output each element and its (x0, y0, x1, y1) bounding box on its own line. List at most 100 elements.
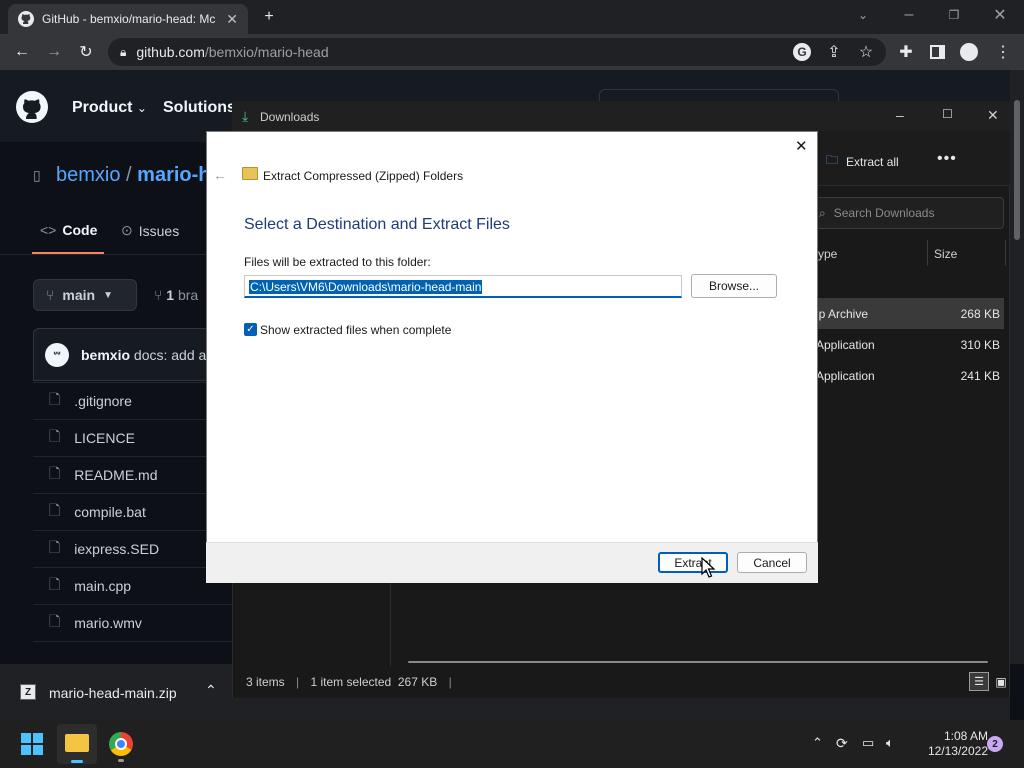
repo-name-link[interactable]: mario-h (137, 164, 210, 186)
horizontal-scrollbar-thumb[interactable] (408, 661, 988, 663)
cancel-button[interactable]: Cancel (737, 552, 807, 573)
nav-pane-divider[interactable] (390, 583, 391, 667)
commit-message[interactable]: docs: add a (134, 347, 206, 363)
minimize-icon[interactable]: – (896, 107, 904, 123)
caret-down-icon: ▼ (103, 289, 113, 301)
file-list-item[interactable]: ip Archive 268 KB (810, 298, 1004, 329)
downloads-bar: Z mario-head-main.zip ⌃ (0, 664, 232, 720)
minimize-window-icon[interactable]: – (899, 5, 919, 25)
github-favicon-icon (18, 11, 34, 27)
reload-icon[interactable]: ↻ (76, 42, 96, 62)
volume-icon[interactable]: 🔈︎ (886, 735, 894, 751)
clock-time: 1:08 AM (943, 729, 988, 743)
nav-product[interactable]: Product ⌄ (72, 99, 147, 117)
download-filename[interactable]: mario-head-main.zip (49, 685, 177, 701)
close-tab-icon[interactable]: ✕ (226, 11, 238, 28)
tab-search-icon[interactable]: ⌄ (853, 5, 873, 25)
file-row[interactable]: 🗋︎ LICENCE (33, 419, 233, 456)
destination-path-input[interactable]: C:\Users\VM6\Downloads\mario-head-main (244, 275, 682, 298)
search-icon: ⌕ (819, 205, 826, 220)
maximize-icon[interactable]: ☐ (942, 107, 953, 121)
extract-dialog (206, 131, 818, 583)
mouse-cursor-icon (701, 557, 715, 579)
forward-icon[interactable]: → (44, 42, 64, 62)
show-files-checkbox[interactable]: ✓ (244, 323, 257, 336)
bookmark-star-icon[interactable]: ☆ (856, 42, 876, 62)
close-window-icon[interactable]: ✕ (990, 5, 1010, 25)
column-header-type[interactable]: ype (818, 247, 837, 261)
lock-icon: 🔒︎ (120, 44, 127, 59)
commit-author[interactable]: bemxio (81, 347, 130, 363)
repo-icon: ▯ (33, 167, 41, 183)
file-icon: 🗋︎ (49, 428, 61, 444)
dialog-title: Extract Compressed (Zipped) Folders (263, 169, 464, 183)
folder-label: Files will be extracted to this folder: (244, 255, 431, 269)
clock-date: 12/13/2022 (927, 744, 988, 758)
file-row[interactable]: 🗋︎ README.md (33, 456, 233, 493)
explorer-title: Downloads (260, 110, 320, 124)
tab-issues[interactable]: ⊙ Issues (121, 222, 179, 239)
notification-badge[interactable]: 2 (987, 736, 1003, 752)
checkbox-label[interactable]: Show extracted files when complete (260, 323, 451, 337)
zip-file-icon: Z (20, 684, 36, 700)
tiles-view-icon[interactable]: ▣ (992, 672, 1010, 691)
side-panel-icon[interactable] (930, 45, 945, 59)
page-scrollbar-thumb[interactable] (1014, 100, 1020, 240)
dialog-back-icon[interactable]: ← (213, 167, 227, 183)
nav-solutions[interactable]: Solutions (163, 99, 236, 117)
chevron-up-icon[interactable]: ⌃ (205, 682, 217, 699)
browser-tab[interactable]: GitHub - bemxio/mario-head: Mc ✕ (8, 4, 248, 34)
url-host: github.com (136, 44, 205, 60)
google-lens-icon[interactable]: G (793, 43, 811, 61)
profile-avatar-icon[interactable] (960, 43, 978, 61)
active-indicator (71, 760, 83, 763)
dialog-heading: Select a Destination and Extract Files (244, 216, 510, 233)
dialog-close-icon[interactable]: ✕ (795, 137, 808, 155)
show-hidden-icons-icon[interactable]: ⌃ (812, 735, 823, 751)
browse-button[interactable]: Browse... (691, 274, 777, 298)
file-icon: 🗋︎ (49, 391, 61, 407)
extract-button[interactable]: Extract (658, 552, 728, 573)
github-logo-icon[interactable] (16, 91, 48, 123)
avatar[interactable]: ᐡᐡ (45, 343, 69, 367)
column-header-size[interactable]: Size (934, 247, 957, 261)
windows-start-icon[interactable] (21, 733, 43, 755)
branch-selector[interactable]: ⑂ main ▼ (33, 279, 137, 311)
restore-window-icon[interactable]: ❐ (944, 5, 964, 25)
extract-all-button[interactable]: 🗀︎ Extract all (826, 151, 899, 172)
search-downloads-input[interactable]: ⌕ Search Downloads (810, 197, 1004, 229)
repo-path: bemxio / mario-h (56, 164, 211, 186)
more-options-icon[interactable]: ••• (937, 150, 957, 168)
tab-code[interactable]: <> Code (40, 222, 97, 238)
file-explorer-taskbar-button[interactable] (57, 724, 97, 764)
column-divider[interactable] (927, 240, 928, 266)
file-row[interactable]: 🗋︎ compile.bat (33, 493, 233, 530)
zip-folder-icon: 🗀︎ (826, 153, 839, 167)
chrome-running-indicator (118, 759, 124, 762)
details-view-icon[interactable]: ☰ (969, 672, 989, 691)
chrome-taskbar-icon[interactable] (109, 732, 133, 756)
path-text: C:\Users\VM6\Downloads\mario-head-main (249, 280, 483, 294)
chrome-menu-icon[interactable]: ⋮ (993, 42, 1013, 62)
file-row[interactable]: 🗋︎ .gitignore (33, 382, 233, 419)
new-tab-icon[interactable]: + (259, 7, 279, 27)
close-icon[interactable]: ✕ (987, 107, 999, 124)
file-icon: 🗋︎ (49, 576, 61, 592)
column-divider[interactable] (1005, 240, 1006, 266)
latest-commit: bemxio docs: add a (81, 347, 206, 363)
back-icon[interactable]: ← (12, 42, 32, 62)
file-row[interactable]: 🗋︎ iexpress.SED (33, 530, 233, 567)
share-icon[interactable]: ⇪ (824, 42, 844, 62)
file-list-item[interactable]: Application 310 KB (810, 329, 1004, 360)
clock[interactable]: 1:08 AM 12/13/2022 (918, 729, 988, 759)
file-list-item[interactable]: Application 241 KB (810, 360, 1004, 391)
extensions-icon[interactable]: ✚ (896, 42, 916, 62)
update-sync-icon[interactable]: ⟳ (836, 735, 848, 752)
repo-owner-link[interactable]: bemxio (56, 164, 120, 186)
network-icon[interactable]: ▭ (862, 735, 874, 751)
file-row[interactable]: 🗋︎ main.cpp (33, 567, 233, 604)
branches-link[interactable]: ⑂ 1 bra (154, 287, 198, 303)
file-row[interactable]: 🗋︎ mario.wmv (33, 604, 233, 641)
address-bar[interactable]: 🔒︎ github.com/bemxio/mario-head (108, 38, 886, 66)
issues-icon: ⊙ (121, 222, 133, 238)
